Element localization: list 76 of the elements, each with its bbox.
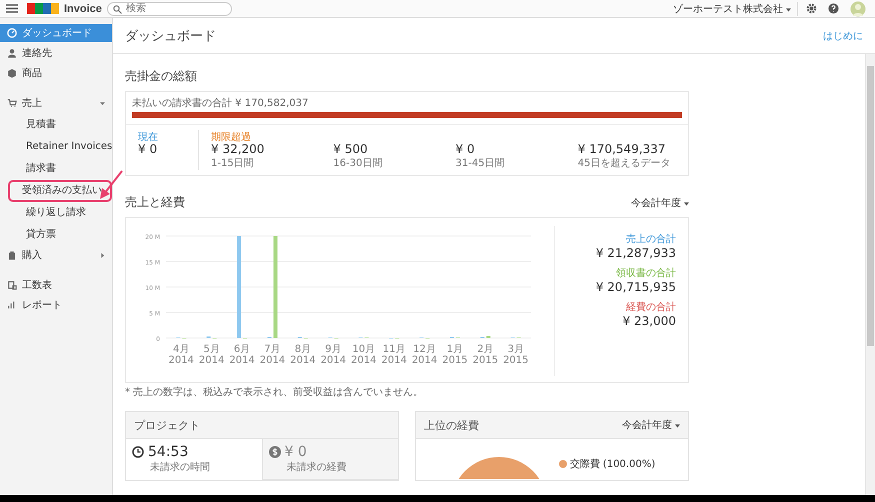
bucket-amount: ¥ 0 [138,142,158,156]
bag-icon [7,250,17,260]
sidebar-subitem[interactable]: 請求書 [20,158,62,180]
stat-caption: 未請求の経費 [286,460,346,474]
bucket-amount: ¥ 0 [456,142,476,156]
unpaid-total: 未払いの請求書の合計 ¥ 170,582,037 [132,96,310,110]
box-icon [7,68,17,78]
logo-icon [27,3,59,14]
axis-label: 4月 2014 [168,344,194,366]
legend-label: 交際費 (100.00%) [570,458,656,471]
axis-label: 8月 2014 [290,344,316,366]
sidebar-item[interactable]: 購入 [0,246,112,264]
sidebar-subitem[interactable]: 受領済みの支払い [8,180,112,202]
search-field[interactable]: 検索 [106,2,232,16]
page-title: ダッシュボード [125,28,216,44]
sidebar-item[interactable]: 売上 [0,94,112,112]
settings-icon[interactable] [806,3,817,14]
total-label: 領収書の合計 [616,266,676,280]
axis-label: 7月 2014 [260,344,286,366]
axis-label: 1月 2015 [442,344,468,366]
axis-label: 3月 2015 [503,344,529,366]
bucket-caption: 31-45日間 [456,157,506,170]
sidebar-item[interactable]: 連絡先 [0,44,112,62]
stat-caption: 未請求の時間 [150,460,210,474]
sidebar-item[interactable]: レポート [0,296,112,314]
bucket-amount: ¥ 32,200 [211,142,266,156]
section-title: 売上と経費 [125,194,185,211]
footnote: * 売上の数字は、税込みで表示され、前受収益は含んでいません。 [125,386,424,399]
total-amount: ¥ 21,287,933 [596,246,676,260]
bucket-caption: 45日を超えるデータ [578,156,672,170]
bars-icon [7,300,17,310]
caret-icon [675,424,680,428]
caret-icon [786,8,791,12]
panel-title: プロジェクト [134,418,200,432]
menu-icon[interactable] [6,4,18,13]
axis-label: 11月 2014 [381,344,407,366]
total-amount: ¥ 23,000 [622,314,676,328]
sidebar-item[interactable]: 工数表 [0,276,112,294]
cart-icon [7,98,17,108]
sidebar-item[interactable]: 商品 [0,64,112,82]
bucket-heading: 期限超過 [211,130,252,142]
period-dropdown[interactable]: 今会計年度 [630,196,689,210]
help-icon[interactable] [828,3,839,14]
axis-label: 2月 2015 [472,344,498,366]
axis-label: 12月 2014 [412,344,438,366]
sidebar-subitem[interactable]: 繰り返し請求 [20,202,92,224]
timesheet-icon [7,280,17,290]
bucket-amount: ¥ 500 [333,142,369,156]
axis-label: 5月 2014 [198,344,224,366]
bucket-caption: 1-15日間 [211,157,255,170]
caret-icon [684,202,689,206]
total-label: 売上の合計 [626,232,676,246]
axis-label: 6月 2014 [229,344,255,366]
sidebar-subitem[interactable]: Retainer Invoices [20,136,118,158]
section-title: 売掛金の総額 [125,68,198,85]
unbilled-expenses: ¥ 0 [284,444,307,460]
person-icon [7,48,17,58]
period-dropdown[interactable]: 今会計年度 [622,418,680,432]
axis-label: 9月 2014 [320,344,346,366]
app-name: Invoice [64,2,102,14]
total-amount: ¥ 20,715,935 [596,280,676,294]
total-label: 経費の合計 [626,300,676,314]
unbilled-hours: 54:53 [148,444,188,460]
dollar-icon [268,446,280,458]
scrollbar[interactable] [865,54,875,495]
organization-dropdown[interactable]: ゾーホーテスト株式会社 [666,2,798,16]
dashboard-icon [7,28,17,38]
panel-title: 上位の経費 [424,418,479,432]
sidebar-subitem[interactable]: 貸方票 [20,224,62,246]
axis-label: 10月 2014 [350,344,376,366]
bucket-heading: 現在 [138,131,159,142]
chart-bar [486,336,490,338]
clock-icon [132,446,144,458]
bucket-caption: 16-30日間 [333,157,384,170]
sidebar-subitem[interactable]: 見積書 [20,114,62,136]
bucket-amount: ¥ 170,549,337 [578,142,667,156]
